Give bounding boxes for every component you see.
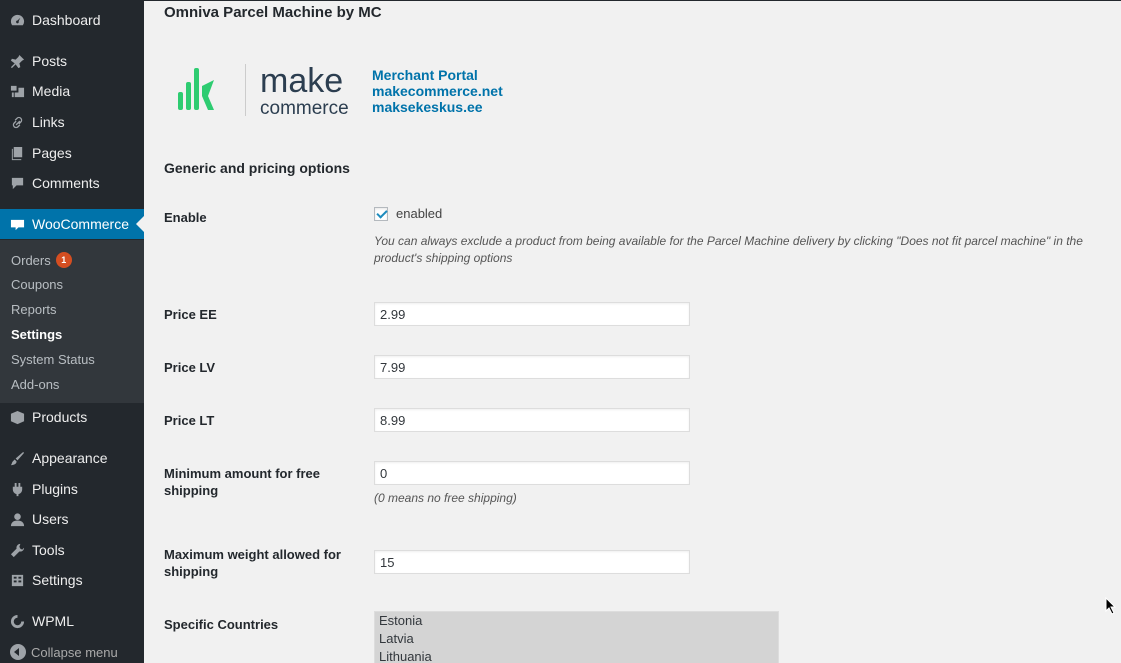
dashboard-icon [9,12,25,28]
wpml-icon [9,613,25,629]
country-option[interactable]: Lithuania [375,648,778,663]
specific-countries-label: Specific Countries [164,617,279,632]
submenu-reports[interactable]: Reports [11,299,57,319]
submenu-settings[interactable]: Settings [11,324,62,344]
menu-tools[interactable]: Tools [0,535,144,565]
min-free-shipping-description: (0 means no free shipping) [374,491,517,505]
brush-icon [9,450,25,466]
media-icon [9,83,25,99]
submenu-system-status-label: System Status [11,351,95,367]
link-icon [9,114,25,130]
submenu-settings-label: Settings [11,326,63,342]
price-lv-input[interactable] [374,355,690,379]
maksekeskus-link[interactable]: maksekeskus.ee [372,99,503,115]
page-title: Omniva Parcel Machine by MC [164,4,382,21]
woocommerce-submenu: Orders 1 Coupons Reports Settings System… [0,240,144,403]
enable-checkbox-label: enabled [396,206,443,221]
submenu-orders[interactable]: Orders 1 [11,250,72,270]
price-ee-label: Price EE [164,307,217,322]
svg-text:commerce: commerce [260,98,349,118]
woocommerce-icon [9,216,25,232]
submenu-orders-label: Orders [11,252,51,268]
menu-dashboard[interactable]: Dashboard [0,5,144,35]
menu-products[interactable]: Products [0,402,144,432]
max-weight-label: Maximum weight allowed for shipping [164,547,341,579]
makecommerce-logo: make commerce [178,62,349,118]
submenu-system-status[interactable]: System Status [11,349,95,369]
mouse-cursor-icon [1105,597,1117,615]
min-free-shipping-input[interactable] [374,461,690,485]
menu-comments[interactable]: Comments [0,168,144,198]
menu-pages-label: Pages [32,145,72,161]
section-title: Generic and pricing options [164,160,350,176]
svg-text:make: make [260,62,343,100]
pages-icon [9,145,25,161]
menu-users[interactable]: Users [0,504,144,534]
submenu-addons[interactable]: Add-ons [11,374,59,394]
specific-countries-select[interactable]: Estonia Latvia Lithuania [374,611,779,663]
comment-icon [9,175,25,191]
min-free-shipping-label: Minimum amount for free shipping [164,466,321,498]
menu-links[interactable]: Links [0,107,144,137]
menu-settings-label: Settings [32,572,83,588]
submenu-addons-label: Add-ons [11,376,60,392]
admin-sidebar: Dashboard Posts Media Links Pages Commen… [0,0,144,663]
wrench-icon [9,542,25,558]
collapse-menu-label: Collapse menu [31,644,118,660]
menu-wpml[interactable]: WPML [0,606,144,636]
submenu-coupons[interactable]: Coupons [11,274,63,294]
menu-woocommerce[interactable]: WooCommerce [0,209,144,239]
price-lt-input[interactable] [374,408,690,432]
menu-plugins-label: Plugins [32,481,78,497]
menu-media[interactable]: Media [0,76,144,106]
submenu-coupons-label: Coupons [11,276,64,292]
menu-media-label: Media [32,83,71,99]
main-content: Omniva Parcel Machine by MC make commerc… [144,0,1121,663]
top-divider [144,0,1121,1]
merchant-portal-link[interactable]: Merchant Portal [372,67,503,83]
submenu-reports-label: Reports [11,301,57,317]
menu-appearance-label: Appearance [32,450,108,466]
menu-appearance[interactable]: Appearance [0,443,144,473]
collapse-icon [10,644,26,660]
menu-pages[interactable]: Pages [0,138,144,168]
price-lv-label: Price LV [164,360,216,375]
menu-settings[interactable]: Settings [0,565,144,595]
price-lt-label: Price LT [164,413,215,428]
menu-wpml-label: WPML [32,613,74,629]
menu-posts-label: Posts [32,53,68,69]
pin-icon [9,53,25,69]
plugin-icon [9,481,25,497]
menu-plugins[interactable]: Plugins [0,474,144,504]
menu-woocommerce-label: WooCommerce [32,216,129,232]
menu-links-label: Links [32,114,65,130]
settings-icon [9,572,25,588]
max-weight-input[interactable] [374,550,690,574]
price-ee-input[interactable] [374,302,690,326]
country-option[interactable]: Latvia [375,630,778,648]
enable-checkbox-row[interactable]: enabled [374,206,442,221]
orders-count-badge: 1 [55,252,72,268]
menu-tools-label: Tools [32,542,65,558]
makecommerce-link[interactable]: makecommerce.net [372,83,503,99]
menu-users-label: Users [32,511,69,527]
enable-checkbox[interactable] [374,206,388,221]
menu-products-label: Products [32,409,88,425]
country-option[interactable]: Estonia [375,612,778,630]
collapse-menu-button[interactable]: Collapse menu [0,641,118,663]
menu-posts[interactable]: Posts [0,46,144,76]
enable-description: You can always exclude a product from be… [374,234,1083,265]
menu-dashboard-label: Dashboard [32,12,101,28]
enable-label: Enable [164,210,207,225]
portal-links: Merchant Portal makecommerce.net makseke… [372,67,503,115]
products-icon [9,409,25,425]
menu-comments-label: Comments [32,175,100,191]
user-icon [9,511,25,527]
